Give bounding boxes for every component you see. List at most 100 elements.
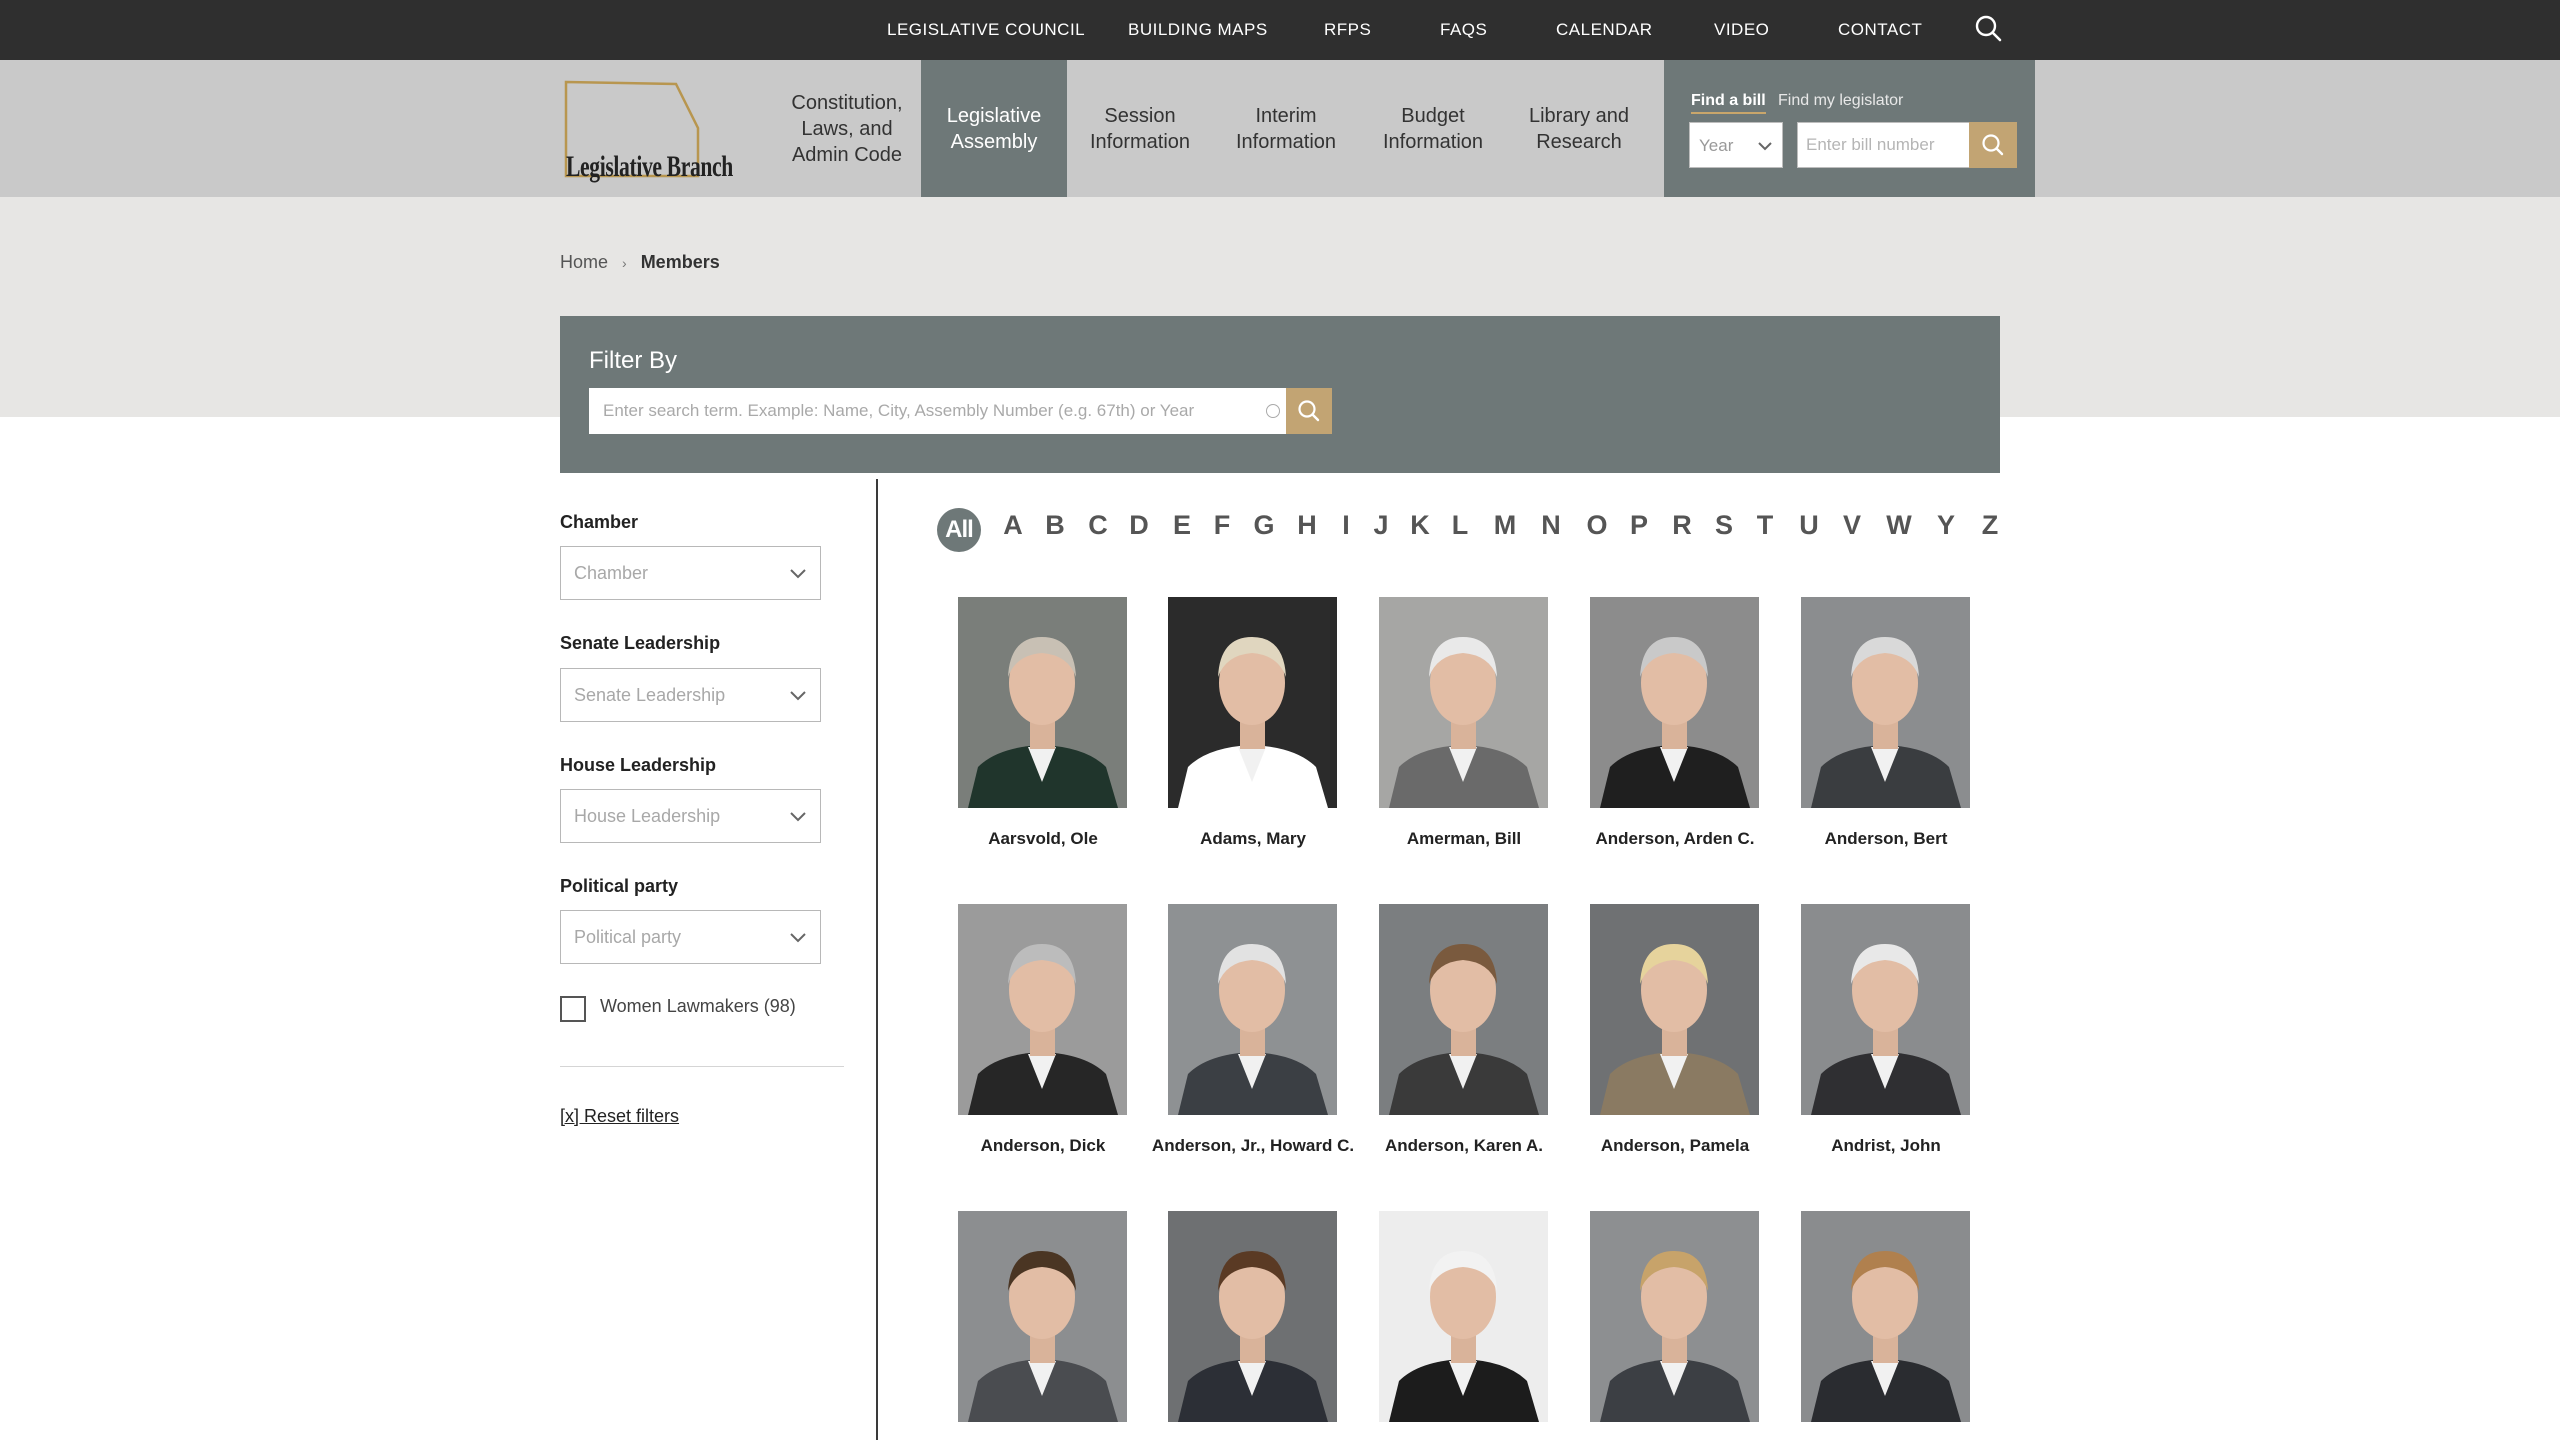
member-card[interactable]: Andrist, John [1780, 904, 1992, 1166]
senate-leadership-select-value: Senate Leadership [574, 685, 726, 705]
member-name[interactable]: Anderson, Bert [1780, 829, 1992, 849]
member-photo[interactable] [1379, 904, 1548, 1115]
member-name[interactable]: Anderson, Pamela [1569, 1136, 1781, 1156]
member-card[interactable] [1147, 1211, 1359, 1440]
women-lawmakers-checkbox[interactable] [560, 996, 586, 1022]
member-card[interactable] [1569, 1211, 1781, 1440]
chamber-select[interactable]: Chamber [560, 546, 821, 600]
women-lawmakers-label[interactable]: Women Lawmakers (98) [600, 996, 796, 1017]
alpha-filter-o[interactable]: O [1577, 510, 1617, 541]
member-photo[interactable] [1168, 904, 1337, 1115]
alpha-filter-m[interactable]: M [1485, 510, 1525, 541]
nav-interim-information[interactable]: Interim Information [1213, 60, 1359, 197]
topbar-link-video[interactable]: VIDEO [1714, 0, 1769, 60]
clear-search-icon[interactable] [1266, 404, 1280, 418]
reset-filters-link[interactable]: [x] Reset filters [560, 1106, 679, 1127]
topbar-link-calendar[interactable]: CALENDAR [1556, 0, 1653, 60]
alpha-filter-y[interactable]: Y [1926, 510, 1966, 541]
tab-find-bill[interactable]: Find a bill [1691, 92, 1766, 114]
topbar-link-contact[interactable]: CONTACT [1838, 0, 1922, 60]
bill-number-input[interactable] [1797, 122, 1972, 168]
topbar-link-faqs[interactable]: FAQS [1440, 0, 1487, 60]
alpha-filter-h[interactable]: H [1287, 510, 1327, 541]
alpha-filter-i[interactable]: I [1326, 510, 1366, 541]
nav-budget-information[interactable]: Budget Information [1360, 60, 1506, 197]
alpha-filter-g[interactable]: G [1244, 510, 1284, 541]
find-panel: Find a bill Find my legislator Year [1664, 60, 2035, 197]
member-photo[interactable] [958, 1211, 1127, 1422]
nav-constitution-laws[interactable]: Constitution, Laws, and Admin Code [774, 60, 920, 197]
alpha-filter-j[interactable]: J [1361, 510, 1401, 541]
alpha-filter-e[interactable]: E [1162, 510, 1202, 541]
alpha-filter-s[interactable]: S [1704, 510, 1744, 541]
member-search-input[interactable] [589, 388, 1288, 434]
topbar-link-legislative-council[interactable]: LEGISLATIVE COUNCIL [887, 0, 1085, 60]
member-card[interactable]: Amerman, Bill [1358, 597, 1570, 859]
member-card[interactable] [1358, 1211, 1570, 1440]
alpha-filter-all[interactable]: All [937, 508, 981, 552]
member-card[interactable]: Anderson, Jr., Howard C. [1147, 904, 1359, 1166]
search-icon[interactable] [1973, 13, 2005, 45]
alpha-filter-t[interactable]: T [1745, 510, 1785, 541]
member-photo[interactable] [1168, 1211, 1337, 1422]
alpha-filter-b[interactable]: B [1035, 510, 1075, 541]
topbar-link-building-maps[interactable]: BUILDING MAPS [1128, 0, 1268, 60]
house-leadership-select[interactable]: House Leadership [560, 789, 821, 843]
tab-find-legislator[interactable]: Find my legislator [1778, 92, 1903, 110]
alpha-filter-v[interactable]: V [1832, 510, 1872, 541]
alpha-filter-k[interactable]: K [1400, 510, 1440, 541]
alpha-filter-w[interactable]: W [1879, 510, 1919, 541]
political-party-label: Political party [560, 876, 679, 896]
member-photo[interactable] [1801, 904, 1970, 1115]
member-card[interactable] [937, 1211, 1149, 1440]
member-card[interactable]: Anderson, Dick [937, 904, 1149, 1166]
member-photo[interactable] [1801, 597, 1970, 808]
member-card[interactable]: Anderson, Pamela [1569, 904, 1781, 1166]
senate-leadership-select[interactable]: Senate Leadership [560, 668, 821, 722]
year-select[interactable]: Year [1689, 122, 1783, 168]
member-photo[interactable] [1379, 1211, 1548, 1422]
member-photo[interactable] [1379, 597, 1548, 808]
bill-search-button[interactable] [1969, 122, 2017, 168]
alpha-filter-u[interactable]: U [1789, 510, 1829, 541]
political-party-select[interactable]: Political party [560, 910, 821, 964]
member-name[interactable]: Andrist, John [1780, 1136, 1992, 1156]
member-name[interactable]: Anderson, Dick [937, 1136, 1149, 1156]
member-name[interactable]: Adams, Mary [1147, 829, 1359, 849]
nav-session-information[interactable]: Session Information [1067, 60, 1213, 197]
member-photo[interactable] [1168, 597, 1337, 808]
member-photo[interactable] [958, 597, 1127, 808]
alpha-filter-r[interactable]: R [1662, 510, 1702, 541]
breadcrumb-current: Members [640, 252, 720, 272]
member-search-button[interactable] [1286, 388, 1332, 434]
member-name[interactable]: Anderson, Karen A. [1358, 1136, 1570, 1156]
alpha-filter-d[interactable]: D [1119, 510, 1159, 541]
alpha-filter-a[interactable]: A [993, 510, 1033, 541]
alpha-filter-p[interactable]: P [1619, 510, 1659, 541]
alpha-filter-z[interactable]: Z [1970, 510, 2010, 541]
member-photo[interactable] [958, 904, 1127, 1115]
member-card[interactable]: Anderson, Karen A. [1358, 904, 1570, 1166]
member-card[interactable]: Anderson, Bert [1780, 597, 1992, 859]
nav-library-research[interactable]: Library and Research [1506, 60, 1652, 197]
member-photo[interactable] [1801, 1211, 1970, 1422]
member-card[interactable]: Anderson, Arden C. [1569, 597, 1781, 859]
member-photo[interactable] [1590, 1211, 1759, 1422]
member-card[interactable]: Aarsvold, Ole [937, 597, 1149, 859]
alpha-filter-n[interactable]: N [1531, 510, 1571, 541]
member-photo[interactable] [1590, 597, 1759, 808]
site-logo[interactable]: Legislative Branch [560, 80, 733, 183]
alpha-filter-l[interactable]: L [1440, 510, 1480, 541]
member-name[interactable]: Anderson, Arden C. [1569, 829, 1781, 849]
member-name[interactable]: Amerman, Bill [1358, 829, 1570, 849]
member-photo[interactable] [1590, 904, 1759, 1115]
topbar-link-rfps[interactable]: RFPS [1324, 0, 1371, 60]
nav-legislative-assembly[interactable]: Legislative Assembly [921, 60, 1067, 197]
member-card[interactable]: Adams, Mary [1147, 597, 1359, 859]
member-name[interactable]: Anderson, Jr., Howard C. [1147, 1136, 1359, 1156]
breadcrumb-home[interactable]: Home [560, 252, 608, 272]
alpha-filter-f[interactable]: F [1202, 510, 1242, 541]
member-name[interactable]: Aarsvold, Ole [937, 829, 1149, 849]
member-card[interactable] [1780, 1211, 1992, 1440]
alpha-filter-c[interactable]: C [1078, 510, 1118, 541]
